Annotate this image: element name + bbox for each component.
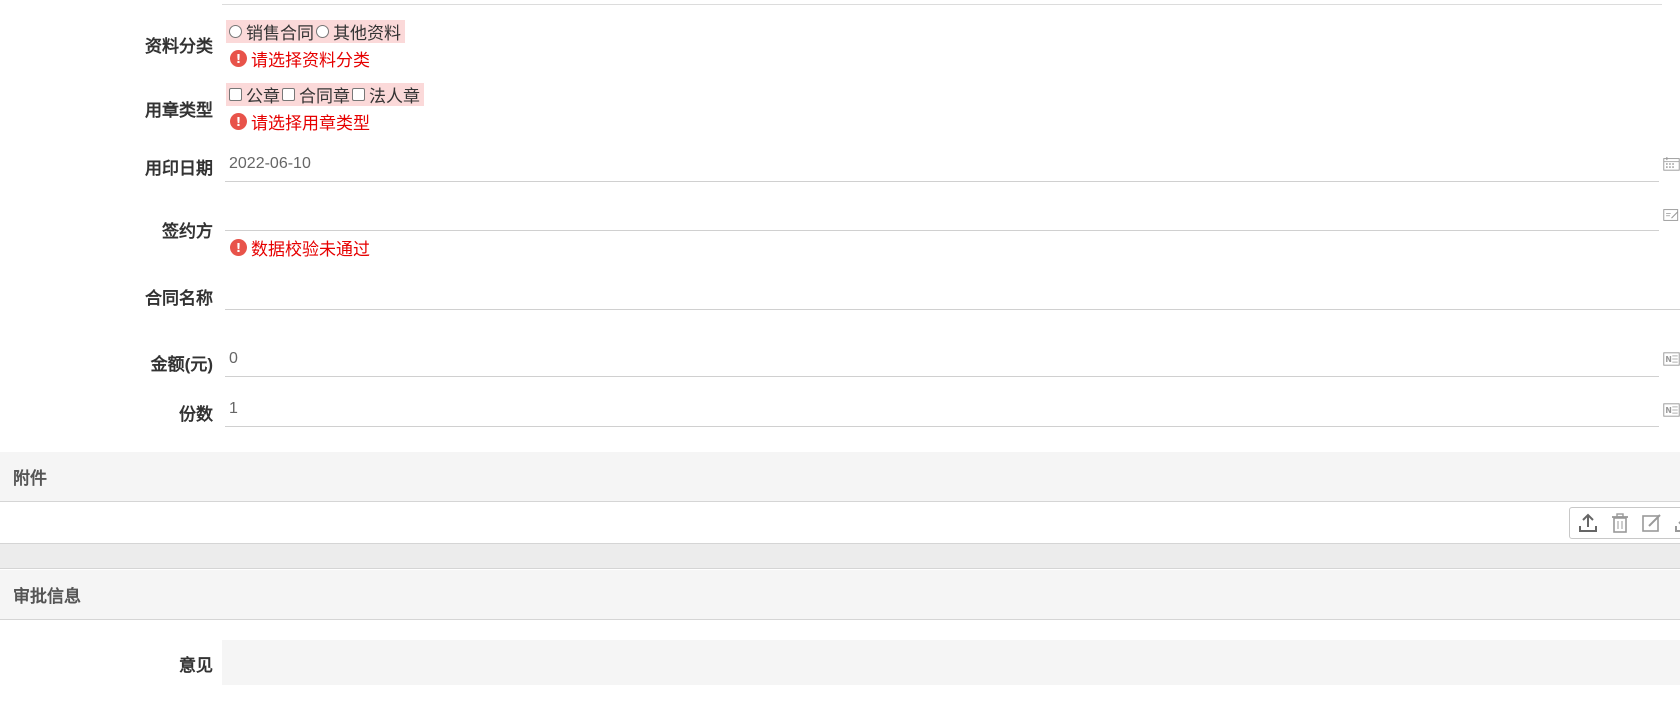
number-icon: N bbox=[1663, 401, 1680, 419]
opinion-textarea[interactable] bbox=[222, 640, 1680, 685]
attachments-row bbox=[0, 503, 1680, 543]
attachments-title: 附件 bbox=[13, 469, 47, 488]
amount-label: 金额(元) bbox=[150, 355, 213, 374]
seal-date-input[interactable]: 2022-06-10 bbox=[225, 146, 1659, 182]
contract-name-label: 合同名称 bbox=[145, 289, 213, 308]
edit-icon[interactable] bbox=[1640, 511, 1664, 535]
approval-section-header: 审批信息 bbox=[0, 570, 1680, 620]
svg-text:N: N bbox=[1665, 406, 1671, 415]
contract-name-input[interactable] bbox=[225, 274, 1680, 310]
seal-type-option-label: 法人章 bbox=[369, 87, 420, 106]
category-error: ! 请选择资料分类 bbox=[230, 46, 370, 71]
seal-type-checkbox-group: 公章 合同章 法人章 bbox=[226, 83, 424, 106]
category-option-label: 销售合同 bbox=[246, 24, 314, 43]
svg-text:N: N bbox=[1665, 355, 1671, 364]
download-icon[interactable] bbox=[1672, 511, 1680, 535]
seal-type-error: ! 请选择用章类型 bbox=[230, 109, 370, 134]
seal-type-option-label: 合同章 bbox=[299, 87, 350, 106]
copies-input[interactable]: 1 bbox=[225, 391, 1659, 427]
checkbox[interactable] bbox=[229, 88, 242, 101]
seal-type-option-label: 公章 bbox=[246, 87, 280, 106]
signatory-error-text: 数据校验未通过 bbox=[251, 240, 370, 259]
error-icon: ! bbox=[230, 113, 247, 130]
edit-icon[interactable] bbox=[1663, 206, 1680, 224]
signatory-label: 签约方 bbox=[162, 222, 213, 241]
category-label: 资料分类 bbox=[145, 37, 213, 56]
error-icon: ! bbox=[230, 239, 247, 256]
approval-title: 审批信息 bbox=[13, 587, 81, 606]
seal-type-option-contract[interactable]: 合同章 bbox=[282, 82, 350, 107]
checkbox[interactable] bbox=[352, 88, 365, 101]
checkbox[interactable] bbox=[282, 88, 295, 101]
section-spacer bbox=[0, 543, 1680, 569]
amount-input[interactable]: 0 bbox=[225, 341, 1659, 377]
seal-type-option-company[interactable]: 公章 bbox=[229, 82, 280, 107]
category-option-other[interactable]: 其他资料 bbox=[316, 19, 401, 44]
error-icon: ! bbox=[230, 50, 247, 67]
seal-date-label: 用印日期 bbox=[145, 159, 213, 178]
top-divider bbox=[222, 4, 1662, 5]
seal-type-error-text: 请选择用章类型 bbox=[251, 114, 370, 133]
upload-icon[interactable] bbox=[1576, 511, 1600, 535]
radio-button[interactable] bbox=[229, 25, 242, 38]
radio-button[interactable] bbox=[316, 25, 329, 38]
number-icon: N bbox=[1663, 350, 1680, 368]
category-option-sales[interactable]: 销售合同 bbox=[229, 19, 314, 44]
trash-icon[interactable] bbox=[1608, 511, 1632, 535]
signatory-input[interactable] bbox=[225, 195, 1659, 231]
signatory-error: ! 数据校验未通过 bbox=[230, 235, 370, 260]
seal-type-label: 用章类型 bbox=[145, 101, 213, 120]
opinion-label: 意见 bbox=[179, 656, 213, 675]
copies-label: 份数 bbox=[179, 405, 213, 424]
attachments-section-header: 附件 bbox=[0, 452, 1680, 502]
seal-type-option-legal[interactable]: 法人章 bbox=[352, 82, 420, 107]
category-radio-group: 销售合同 其他资料 bbox=[226, 20, 405, 43]
attachment-toolbar bbox=[1569, 507, 1680, 539]
calendar-icon[interactable] bbox=[1663, 155, 1680, 173]
category-error-text: 请选择资料分类 bbox=[251, 51, 370, 70]
category-option-label: 其他资料 bbox=[333, 24, 401, 43]
